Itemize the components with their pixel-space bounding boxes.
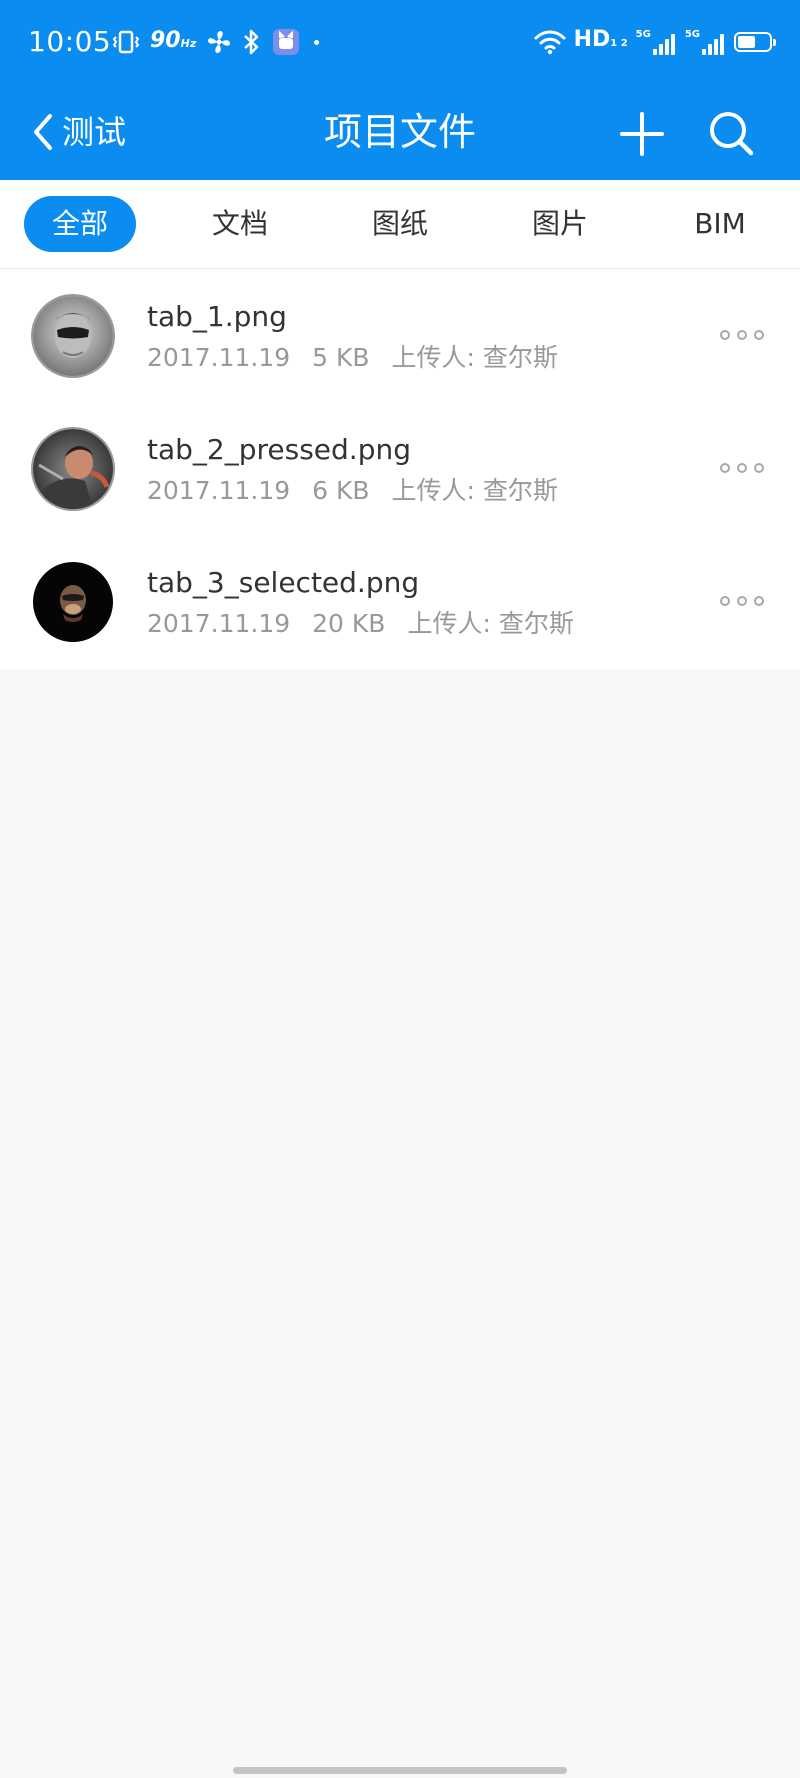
status-time: 10:05: [28, 25, 112, 58]
search-button[interactable]: [704, 106, 758, 160]
file-list: tab_1.png 2017.11.19 5 KB 上传人: 查尔斯 tab_2…: [0, 269, 800, 669]
refresh-rate-unit: Hz: [180, 36, 197, 50]
file-name: tab_3_selected.png: [147, 566, 420, 599]
more-options-button[interactable]: [720, 448, 764, 488]
network-label: HD: [573, 27, 611, 52]
more-dot: [737, 463, 747, 473]
header: 10:05 90Hz HD1 2 5G 5G 测试 项目文件: [0, 0, 800, 180]
file-name: tab_2_pressed.png: [147, 433, 411, 466]
file-date: 2017.11.19: [147, 476, 291, 505]
app-notification-icon: [273, 29, 300, 55]
file-uploader: 上传人: 查尔斯: [407, 609, 574, 638]
more-dot: [720, 596, 730, 606]
status-bar: 10:05 90Hz HD1 2 5G 5G: [0, 0, 800, 84]
more-options-button[interactable]: [720, 315, 764, 355]
file-date: 2017.11.19: [147, 343, 291, 372]
tab-images[interactable]: 图片: [510, 196, 610, 252]
file-uploader: 上传人: 查尔斯: [391, 476, 558, 505]
tab-documents[interactable]: 文档: [190, 196, 290, 252]
file-meta: 2017.11.19 5 KB 上传人: 查尔斯: [147, 341, 580, 375]
more-dot: [754, 463, 764, 473]
vibrate-icon: [112, 30, 140, 54]
signal-tag: 5G: [635, 29, 651, 40]
chevron-left-icon: [34, 114, 52, 150]
network-type: HD1 2: [574, 26, 628, 58]
file-thumbnail: [33, 296, 113, 376]
fan-icon: [208, 31, 231, 53]
file-meta: 2017.11.19 20 KB 上传人: 查尔斯: [147, 607, 596, 641]
file-row[interactable]: tab_2_pressed.png 2017.11.19 6 KB 上传人: 查尔斯: [0, 402, 800, 535]
file-size: 20 KB: [312, 609, 386, 638]
more-dot: [737, 330, 747, 340]
search-icon: [710, 112, 754, 156]
battery-fill: [738, 36, 755, 48]
file-date: 2017.11.19: [147, 609, 291, 638]
back-label: 测试: [62, 113, 127, 151]
refresh-rate: 90Hz: [150, 27, 196, 58]
page-title: 项目文件: [323, 110, 476, 154]
file-thumbnail: [33, 562, 113, 642]
file-row[interactable]: tab_3_selected.png 2017.11.19 20 KB 上传人: 查…: [0, 535, 800, 668]
dot-icon: [314, 39, 320, 45]
more-dot: [720, 330, 730, 340]
network-sub: 1 2: [610, 38, 628, 49]
battery-icon: [734, 32, 776, 52]
add-button[interactable]: [616, 108, 668, 160]
back-button[interactable]: 测试: [30, 102, 126, 162]
signal-icon: 5G: [636, 29, 677, 55]
more-options-button[interactable]: [720, 581, 764, 621]
file-size: 6 KB: [312, 476, 370, 505]
file-row[interactable]: tab_1.png 2017.11.19 5 KB 上传人: 查尔斯: [0, 269, 800, 402]
tab-drawings[interactable]: 图纸: [350, 196, 450, 252]
refresh-rate-value: 90: [150, 27, 181, 53]
more-dot: [737, 596, 747, 606]
signal-icon: 5G: [685, 29, 726, 55]
status-right-icons: HD1 2 5G 5G: [526, 22, 776, 62]
more-dot: [754, 330, 764, 340]
filter-tabs: 全部 文档 图纸 图片 BIM: [0, 180, 800, 269]
tab-bim[interactable]: BIM: [670, 196, 770, 252]
tab-all[interactable]: 全部: [24, 196, 136, 252]
home-indicator[interactable]: [233, 1767, 567, 1774]
wifi-icon: [534, 30, 566, 55]
app-bar: 测试 项目文件: [0, 84, 800, 180]
more-dot: [720, 463, 730, 473]
bluetooth-icon: [244, 29, 259, 55]
plus-icon: [620, 112, 664, 156]
signal-tag: 5G: [684, 29, 700, 40]
file-uploader: 上传人: 查尔斯: [391, 343, 558, 372]
file-size: 5 KB: [312, 343, 370, 372]
file-name: tab_1.png: [147, 300, 287, 333]
file-meta: 2017.11.19 6 KB 上传人: 查尔斯: [147, 474, 580, 508]
file-thumbnail: [33, 429, 113, 509]
status-left-icons: 90Hz: [112, 22, 329, 62]
more-dot: [754, 596, 764, 606]
